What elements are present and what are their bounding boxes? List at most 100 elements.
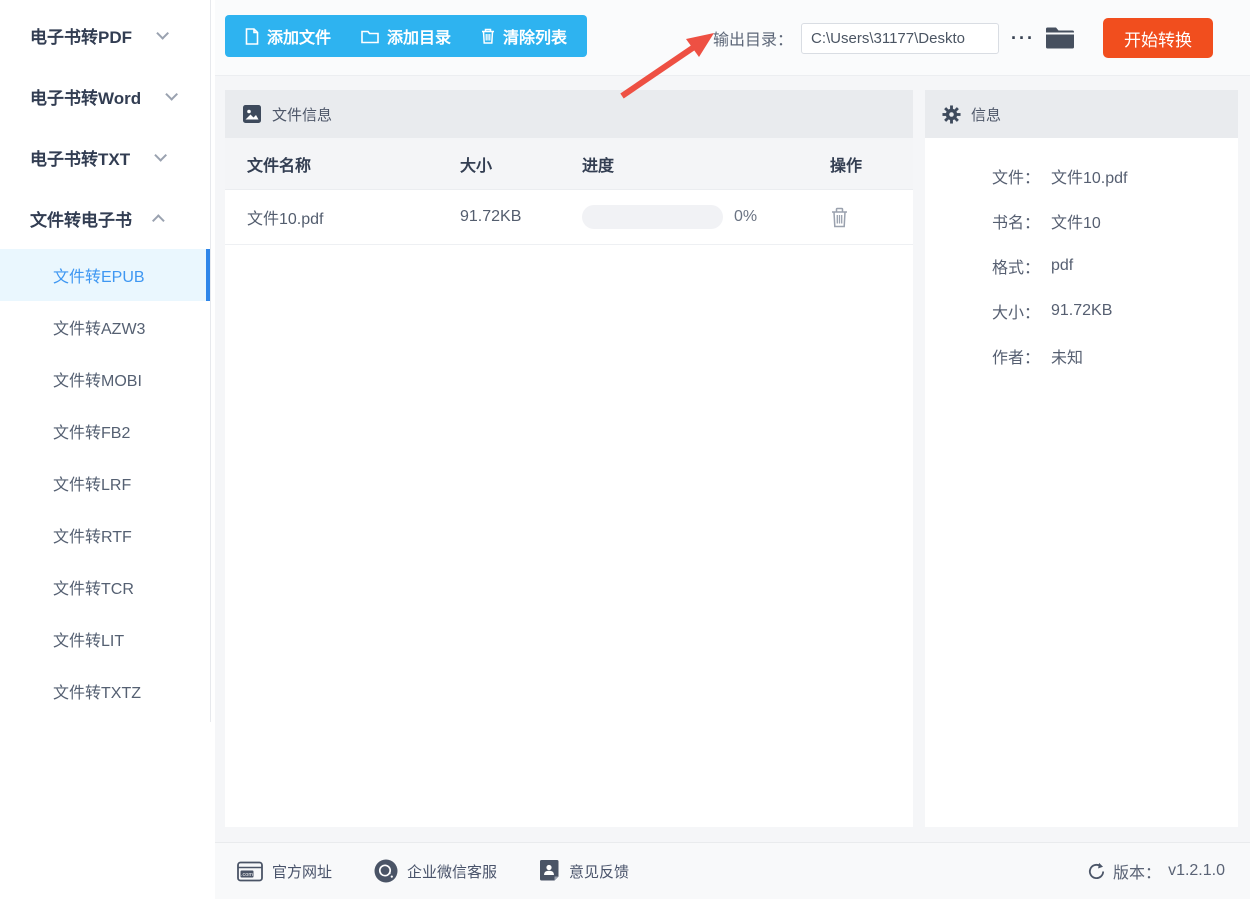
file-info-panel-header: 文件信息: [225, 90, 913, 138]
gear-icon: [942, 105, 961, 124]
sidebar-item-file-to-lrf[interactable]: 文件转LRF: [0, 457, 211, 509]
sidebar-item-file-to-txtz[interactable]: 文件转TXTZ: [0, 665, 211, 717]
feedback-link[interactable]: 意见反馈: [539, 859, 629, 883]
add-directory-button[interactable]: 添加目录: [361, 24, 451, 48]
sidebar-item-label: 文件转AZW3: [53, 315, 145, 339]
sidebar-item-label: 文件转LRF: [53, 471, 131, 495]
sidebar-submenu: 文件转EPUB 文件转AZW3 文件转MOBI 文件转FB2 文件转LRF 文件…: [0, 249, 215, 717]
sidebar-group-file-to-ebook[interactable]: 文件转电子书: [0, 188, 215, 249]
sidebar-item-label: 文件转FB2: [53, 419, 130, 443]
website-icon: .com: [237, 861, 263, 882]
info-fields: 文件： 文件10.pdf 书名： 文件10 格式： pdf 大小： 91.72K…: [925, 138, 1238, 378]
info-value: 未知: [1051, 344, 1083, 368]
version-value: v1.2.1.0: [1168, 862, 1225, 880]
info-label: 作者：: [925, 344, 1040, 368]
sidebar-item-label: 文件转TXTZ: [53, 679, 141, 703]
sidebar-item-label: 文件转EPUB: [53, 263, 145, 287]
sidebar-item-file-to-tcr[interactable]: 文件转TCR: [0, 561, 211, 613]
browse-more-button[interactable]: ···: [1011, 29, 1035, 47]
table-row[interactable]: 文件10.pdf 91.72KB 0%: [225, 190, 913, 245]
progress-bar: [582, 205, 723, 229]
progress-cell: 0%: [582, 205, 830, 229]
delete-file-button[interactable]: [830, 207, 913, 228]
official-website-link[interactable]: .com 官方网址: [237, 861, 332, 882]
main-area: 添加文件 添加目录 清除列表 输出目录： ···: [215, 0, 1250, 899]
sidebar-group-label: 电子书转Word: [30, 84, 141, 109]
folder-icon: [361, 29, 379, 44]
file-size-cell: 91.72KB: [460, 208, 582, 226]
start-convert-button[interactable]: 开始转换: [1103, 18, 1213, 58]
add-directory-label: 添加目录: [387, 24, 451, 48]
wechat-work-icon: [374, 859, 398, 883]
sidebar-item-label: 文件转TCR: [53, 575, 134, 599]
column-header-progress: 进度: [582, 152, 830, 176]
svg-text:.com: .com: [241, 872, 253, 878]
sidebar-group-label: 文件转电子书: [30, 206, 132, 231]
trash-icon: [830, 207, 849, 228]
document-icon: [245, 28, 259, 45]
sidebar-item-file-to-fb2[interactable]: 文件转FB2: [0, 405, 211, 457]
clear-list-button[interactable]: 清除列表: [481, 24, 567, 48]
version-info[interactable]: 版本： v1.2.1.0: [1087, 859, 1225, 883]
sidebar-item-label: 文件转RTF: [53, 523, 132, 547]
sidebar-item-file-to-azw3[interactable]: 文件转AZW3: [0, 301, 211, 353]
info-row-file: 文件： 文件10.pdf: [925, 153, 1238, 198]
open-folder-button[interactable]: [1045, 26, 1075, 50]
info-row-format: 格式： pdf: [925, 243, 1238, 288]
file-name-cell: 文件10.pdf: [247, 205, 460, 229]
info-label: 书名：: [925, 209, 1040, 233]
info-panel-header: 信息: [925, 90, 1238, 138]
sidebar-item-file-to-epub[interactable]: 文件转EPUB: [0, 249, 211, 301]
info-value: 文件10.pdf: [1051, 164, 1128, 188]
sidebar-item-file-to-mobi[interactable]: 文件转MOBI: [0, 353, 211, 405]
info-row-bookname: 书名： 文件10: [925, 198, 1238, 243]
file-info-panel-title: 文件信息: [272, 104, 332, 125]
info-label: 大小：: [925, 299, 1040, 323]
refresh-icon: [1087, 862, 1106, 881]
output-directory-input[interactable]: [801, 23, 999, 54]
file-info-panel: 文件信息 文件名称 大小 进度 操作 文件10.pdf 91.72KB 0%: [225, 90, 913, 827]
clear-list-label: 清除列表: [503, 24, 567, 48]
footer-link-label: 企业微信客服: [407, 861, 497, 882]
chevron-down-icon: [156, 27, 169, 40]
add-file-button[interactable]: 添加文件: [245, 24, 331, 48]
chevron-down-icon: [165, 88, 178, 101]
chevron-down-icon: [154, 149, 167, 162]
add-file-label: 添加文件: [267, 24, 331, 48]
sidebar-divider: [210, 0, 211, 722]
sidebar-item-file-to-rtf[interactable]: 文件转RTF: [0, 509, 211, 561]
output-directory-label: 输出目录：: [713, 26, 793, 50]
file-actions-group: 添加文件 添加目录 清除列表: [225, 15, 587, 57]
info-label: 格式：: [925, 254, 1040, 278]
info-row-author: 作者： 未知: [925, 333, 1238, 378]
sidebar: 电子书转PDF 电子书转Word 电子书转TXT 文件转电子书 文件转EPUB …: [0, 0, 215, 899]
column-header-name: 文件名称: [247, 152, 460, 176]
column-header-size: 大小: [460, 152, 582, 176]
toolbar: 添加文件 添加目录 清除列表 输出目录： ···: [215, 0, 1250, 76]
progress-percent-label: 0%: [734, 208, 757, 226]
footer: .com 官方网址 企业微信客服 意见反馈: [215, 842, 1250, 899]
sidebar-item-label: 文件转LIT: [53, 627, 124, 651]
chevron-up-icon: [152, 214, 165, 227]
info-value: 文件10: [1051, 209, 1101, 233]
footer-link-label: 意见反馈: [569, 861, 629, 882]
sidebar-group-ebook-to-txt[interactable]: 电子书转TXT: [0, 127, 215, 188]
sidebar-item-label: 文件转MOBI: [53, 367, 142, 391]
wechat-support-link[interactable]: 企业微信客服: [374, 859, 497, 883]
footer-link-label: 官方网址: [272, 861, 332, 882]
folder-filled-icon: [1045, 26, 1075, 50]
image-icon: [242, 104, 262, 124]
info-panel: 信息 文件： 文件10.pdf 书名： 文件10 格式： pdf 大小： 91.…: [925, 90, 1238, 827]
sidebar-group-ebook-to-pdf[interactable]: 电子书转PDF: [0, 5, 215, 66]
info-panel-title: 信息: [971, 104, 1001, 125]
column-header-action: 操作: [830, 152, 913, 176]
info-label: 文件：: [925, 164, 1040, 188]
output-directory-cluster: 输出目录： ··· 开始转换: [713, 0, 1213, 76]
sidebar-group-ebook-to-word[interactable]: 电子书转Word: [0, 66, 215, 127]
sidebar-item-file-to-lit[interactable]: 文件转LIT: [0, 613, 211, 665]
info-value: pdf: [1051, 257, 1073, 275]
info-value: 91.72KB: [1051, 302, 1112, 320]
feedback-icon: [539, 859, 560, 883]
sidebar-group-label: 电子书转PDF: [30, 23, 132, 48]
info-row-size: 大小： 91.72KB: [925, 288, 1238, 333]
